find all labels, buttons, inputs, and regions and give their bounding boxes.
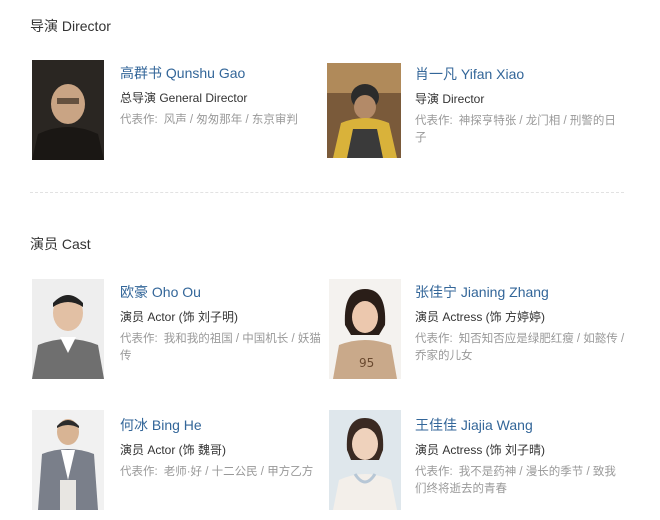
director-card-yifan-xiao: 肖一凡 Yifan Xiao 导演 Director 代表作: 神探亨特张 / 龙…	[327, 63, 627, 168]
works-list: 风声 / 匆匆那年 / 东京审判	[163, 114, 298, 126]
director-photo-qunshu-gao[interactable]	[32, 60, 104, 160]
cast-photo-jianing-zhang[interactable]: 95	[329, 279, 401, 379]
section-divider	[30, 192, 624, 193]
director-card-qunshu-gao: 高群书 Qunshu Gao 总导演 General Director 代表作:…	[32, 60, 332, 165]
director-photo-yifan-xiao[interactable]	[327, 63, 401, 158]
cast-photo-bing-he[interactable]	[32, 410, 104, 510]
cast-role-oho-ou: 演员 Actor (饰 刘子明)	[120, 310, 239, 324]
cast-card-bing-he: 何冰 Bing He 演员 Actor (饰 魏哥) 代表作: 老师·好 / 十二…	[32, 410, 332, 515]
cast-works-bing-he: 代表作: 老师·好 / 十二公民 / 甲方乙方	[120, 464, 330, 481]
director-works-yifan-xiao: 代表作: 神探亨特张 / 龙门相 / 刑警的日子	[415, 113, 625, 147]
cast-name-oho-ou[interactable]: 欧豪 Oho Ou	[120, 283, 330, 301]
cast-section-title: 演员 Cast	[30, 236, 91, 252]
directors-section-title: 导演 Director	[30, 18, 111, 34]
works-prefix: 代表作:	[120, 333, 158, 345]
director-name-qunshu-gao[interactable]: 高群书 Qunshu Gao	[120, 64, 330, 82]
director-role-yifan-xiao: 导演 Director	[415, 92, 485, 106]
cast-role-jianing-zhang: 演员 Actress (饰 方婷婷)	[415, 310, 546, 324]
works-prefix: 代表作:	[415, 115, 453, 127]
director-role-qunshu-gao: 总导演 General Director	[120, 91, 248, 105]
cast-photo-oho-ou[interactable]	[32, 279, 104, 379]
works-list: 老师·好 / 十二公民 / 甲方乙方	[163, 466, 314, 478]
cast-works-jiajia-wang: 代表作: 我不是药神 / 漫长的季节 / 致我们终将逝去的青春	[415, 464, 625, 498]
cast-photo-jiajia-wang[interactable]	[329, 410, 401, 510]
works-prefix: 代表作:	[120, 114, 158, 126]
cast-works-oho-ou: 代表作: 我和我的祖国 / 中国机长 / 妖猫传	[120, 331, 330, 365]
director-name-yifan-xiao[interactable]: 肖一凡 Yifan Xiao	[415, 65, 625, 83]
svg-text:95: 95	[359, 356, 374, 370]
director-works-qunshu-gao: 代表作: 风声 / 匆匆那年 / 东京审判	[120, 112, 330, 129]
cast-role-jiajia-wang: 演员 Actress (饰 刘子晴)	[415, 443, 546, 457]
cast-card-oho-ou: 欧豪 Oho Ou 演员 Actor (饰 刘子明) 代表作: 我和我的祖国 / …	[32, 279, 332, 384]
cast-card-jiajia-wang: 王佳佳 Jiajia Wang 演员 Actress (饰 刘子晴) 代表作: 我…	[329, 410, 629, 515]
cast-name-jianing-zhang[interactable]: 张佳宁 Jianing Zhang	[415, 283, 625, 301]
cast-works-jianing-zhang: 代表作: 知否知否应是绿肥红瘦 / 如懿传 / 乔家的儿女	[415, 331, 625, 365]
works-prefix: 代表作:	[120, 466, 158, 478]
works-prefix: 代表作:	[415, 466, 453, 478]
works-prefix: 代表作:	[415, 333, 453, 345]
cast-name-jiajia-wang[interactable]: 王佳佳 Jiajia Wang	[415, 416, 625, 434]
cast-name-bing-he[interactable]: 何冰 Bing He	[120, 416, 330, 434]
cast-card-jianing-zhang: 95 张佳宁 Jianing Zhang 演员 Actress (饰 方婷婷) …	[329, 279, 629, 384]
cast-role-bing-he: 演员 Actor (饰 魏哥)	[120, 443, 227, 457]
